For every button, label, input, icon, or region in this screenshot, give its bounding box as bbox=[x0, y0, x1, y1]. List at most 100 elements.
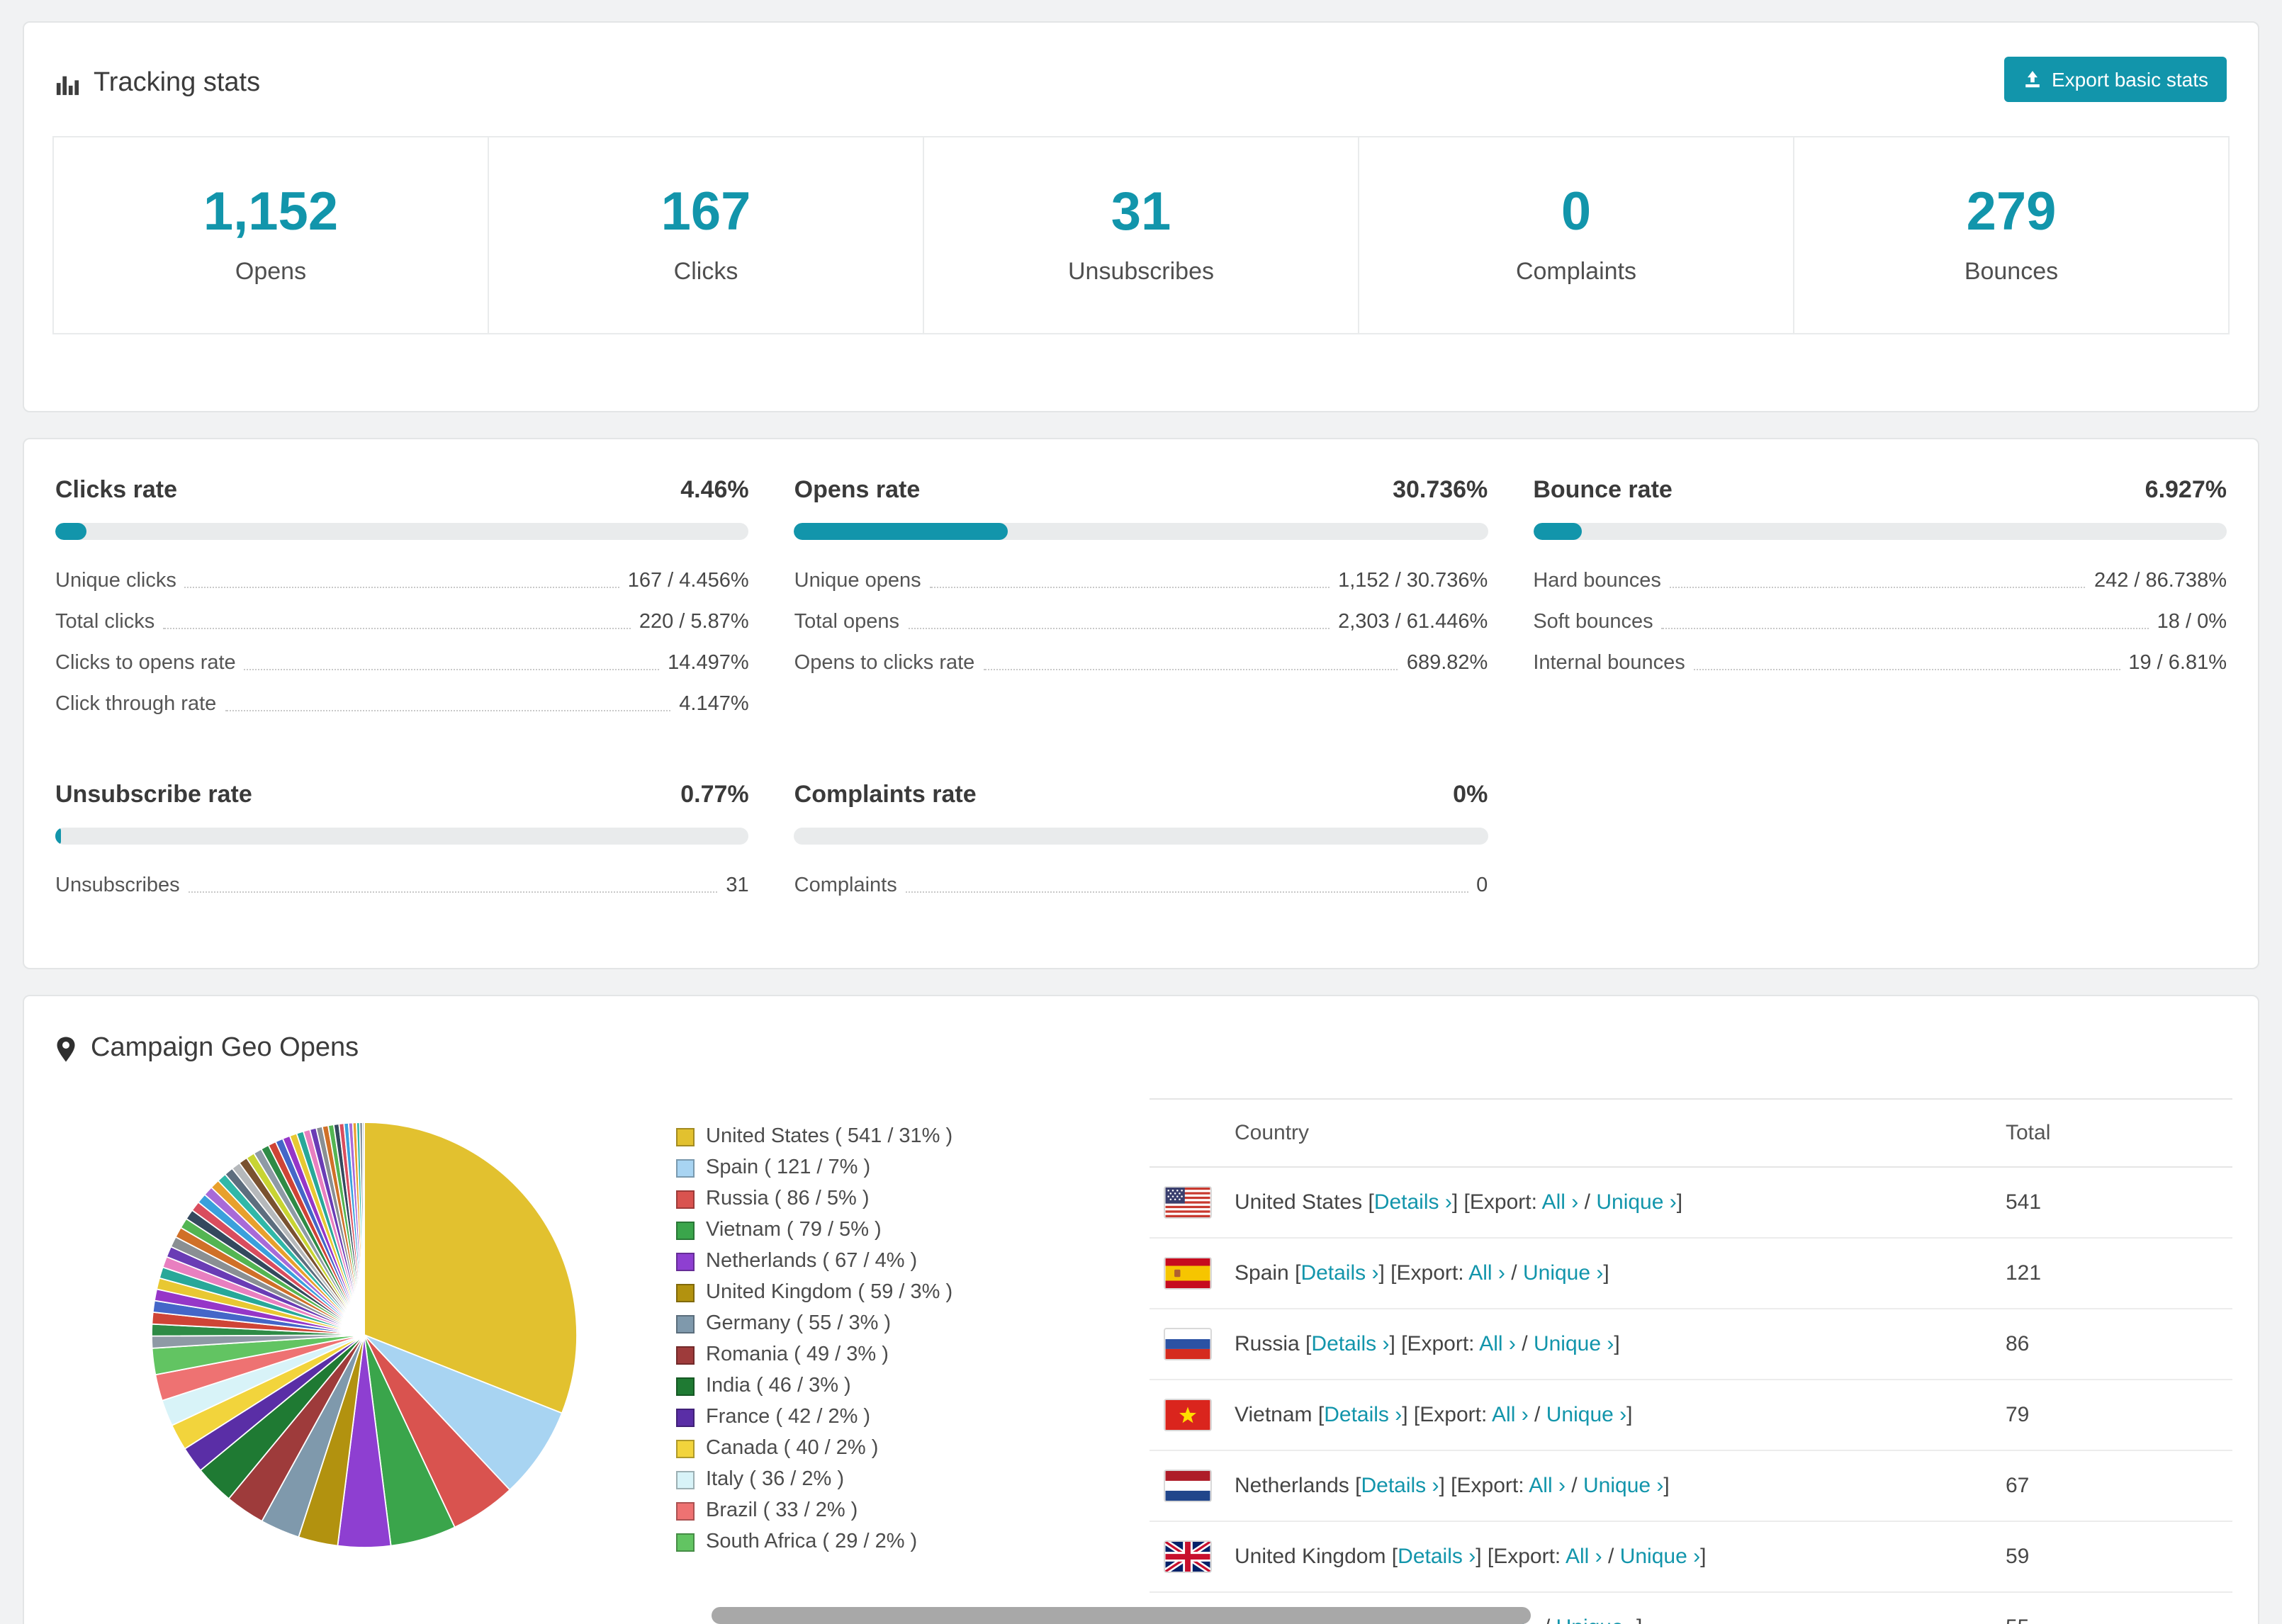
export-all-link[interactable]: All › bbox=[1566, 1545, 1602, 1569]
rate-stat-value: 18 / 0% bbox=[2157, 610, 2227, 633]
legend-swatch bbox=[676, 1501, 695, 1520]
export-all-link[interactable]: All › bbox=[1542, 1190, 1579, 1214]
rate-progress-fill bbox=[55, 828, 61, 845]
export-unique-link[interactable]: Unique › bbox=[1523, 1261, 1603, 1285]
geo-table: Country Total United States [Details ›] … bbox=[1150, 1098, 2232, 1624]
details-link[interactable]: Details › bbox=[1398, 1545, 1476, 1569]
flag-gb-icon bbox=[1164, 1540, 1212, 1573]
legend-swatch bbox=[676, 1408, 695, 1426]
rate-stat-row: Complaints 0 bbox=[794, 864, 1488, 906]
campaign-overview-page: Tracking stats Export basic stats 1,152 … bbox=[0, 0, 2282, 1624]
rate-name: Opens rate bbox=[794, 476, 921, 503]
rate-progress-fill bbox=[1533, 523, 1582, 540]
export-unique-link[interactable]: Unique › bbox=[1620, 1545, 1700, 1569]
country-total: 121 bbox=[2006, 1261, 2042, 1285]
export-all-link[interactable]: All › bbox=[1479, 1332, 1516, 1356]
bar-chart-icon bbox=[55, 72, 79, 96]
export-all-link[interactable]: All › bbox=[1468, 1261, 1505, 1285]
details-link[interactable]: Details › bbox=[1374, 1190, 1452, 1214]
export-prefix: Export: bbox=[1469, 1190, 1537, 1214]
rate-stat-row: Total clicks 220 / 5.87% bbox=[55, 601, 749, 642]
details-link[interactable]: Details › bbox=[1324, 1403, 1402, 1427]
export-unique-link[interactable]: Unique › bbox=[1583, 1474, 1663, 1498]
country-cell: United Kingdom [Details ›] [Export: All … bbox=[1235, 1545, 1707, 1569]
rate-stat-row: Internal bounces 19 / 6.81% bbox=[1533, 642, 2227, 683]
legend-swatch bbox=[676, 1190, 695, 1208]
legend-item: Romania ( 49 / 3% ) bbox=[676, 1339, 1101, 1370]
stat-value: 31 bbox=[1111, 183, 1171, 242]
geo-pie-chart bbox=[151, 1122, 578, 1548]
rate-progress-track bbox=[1533, 523, 2227, 540]
rate-stat-value: 2,303 / 61.446% bbox=[1338, 610, 1488, 633]
stats-row: 1,152 Opens 167 Clicks 31 Unsubscribes 0… bbox=[52, 136, 2230, 334]
legend-swatch bbox=[676, 1439, 695, 1457]
rate-rows: Unsubscribes 31 bbox=[55, 864, 749, 906]
rate-stat-label: Hard bounces bbox=[1533, 569, 1661, 592]
rate-block: Unsubscribe rate 0.77% Unsubscribes 31 bbox=[55, 781, 749, 906]
legend-swatch bbox=[676, 1158, 695, 1177]
rate-header: Clicks rate 4.46% bbox=[55, 476, 749, 504]
country-total: 79 bbox=[2006, 1403, 2030, 1427]
flag-ru-icon bbox=[1164, 1328, 1212, 1360]
legend-swatch bbox=[676, 1470, 695, 1489]
geo-opens-card: Campaign Geo Opens United States ( 541 /… bbox=[23, 995, 2259, 1624]
rate-stat-value: 1,152 / 30.736% bbox=[1338, 569, 1488, 592]
country-total: 55 bbox=[2006, 1615, 2218, 1624]
country-name: Russia bbox=[1235, 1332, 1300, 1356]
rate-stat-row: Unique clicks 167 / 4.456% bbox=[55, 560, 749, 601]
rate-rows: Unique opens 1,152 / 30.736% Total opens… bbox=[794, 560, 1488, 683]
legend-item: Netherlands ( 67 / 4% ) bbox=[676, 1246, 1101, 1277]
rates-grid: Clicks rate 4.46% Unique clicks 167 / 4.… bbox=[24, 439, 2258, 906]
stat-label: Clicks bbox=[673, 258, 738, 285]
rate-rows: Hard bounces 242 / 86.738% Soft bounces … bbox=[1533, 560, 2227, 683]
rate-name: Unsubscribe rate bbox=[55, 781, 252, 808]
legend-label: United States ( 541 / 31% ) bbox=[706, 1125, 953, 1148]
legend-item: Canada ( 40 / 2% ) bbox=[676, 1433, 1101, 1464]
dotted-leader bbox=[905, 891, 1468, 892]
geo-legend: United States ( 541 / 31% ) Spain ( 121 … bbox=[676, 1098, 1101, 1624]
geo-col-total: Total bbox=[2006, 1121, 2051, 1145]
export-unique-link[interactable]: Unique › bbox=[1546, 1403, 1626, 1427]
rate-stat-row: Unique opens 1,152 / 30.736% bbox=[794, 560, 1488, 601]
geo-table-row: Vietnam [Details ›] [Export: All › / Uni… bbox=[1150, 1380, 2232, 1451]
rates-card: Clicks rate 4.46% Unique clicks 167 / 4.… bbox=[23, 438, 2259, 969]
details-link[interactable]: Details › bbox=[1361, 1474, 1439, 1498]
export-unique-link[interactable]: Unique › bbox=[1534, 1332, 1614, 1356]
legend-item: South Africa ( 29 / 2% ) bbox=[676, 1526, 1101, 1557]
export-prefix: Export: bbox=[1456, 1474, 1524, 1498]
rate-value: 0% bbox=[1453, 781, 1488, 808]
geo-table-row: Netherlands [Details ›] [Export: All › /… bbox=[1150, 1451, 2232, 1522]
details-link[interactable]: Details › bbox=[1300, 1261, 1378, 1285]
legend-label: India ( 46 / 3% ) bbox=[706, 1375, 851, 1397]
dotted-leader bbox=[188, 891, 718, 892]
rate-stat-label: Unsubscribes bbox=[55, 874, 180, 896]
rate-stat-label: Opens to clicks rate bbox=[794, 651, 975, 674]
rate-header: Bounce rate 6.927% bbox=[1533, 476, 2227, 504]
export-prefix: Export: bbox=[1493, 1545, 1561, 1569]
legend-item: Vietnam ( 79 / 5% ) bbox=[676, 1214, 1101, 1246]
rate-stat-row: Unsubscribes 31 bbox=[55, 864, 749, 906]
rate-stat-value: 220 / 5.87% bbox=[639, 610, 749, 633]
rate-progress-fill bbox=[55, 523, 86, 540]
rate-name: Clicks rate bbox=[55, 476, 177, 503]
stat-label: Complaints bbox=[1515, 258, 1637, 285]
rate-stat-label: Complaints bbox=[794, 874, 897, 896]
flag-es-icon bbox=[1164, 1257, 1212, 1290]
export-all-link[interactable]: All › bbox=[1529, 1474, 1566, 1498]
country-cell: Spain [Details ›] [Export: All › / Uniqu… bbox=[1235, 1261, 1609, 1285]
export-prefix: Export: bbox=[1396, 1261, 1464, 1285]
rate-rows: Unique clicks 167 / 4.456% Total clicks … bbox=[55, 560, 749, 724]
export-unique-link[interactable]: Unique › bbox=[1556, 1615, 1636, 1624]
details-link[interactable]: Details › bbox=[1311, 1332, 1389, 1356]
export-unique-link[interactable]: Unique › bbox=[1596, 1190, 1676, 1214]
stat-label: Unsubscribes bbox=[1068, 258, 1214, 285]
horizontal-scrollbar-thumb[interactable] bbox=[712, 1607, 1531, 1624]
geo-table-header: Country Total bbox=[1150, 1098, 2232, 1168]
export-basic-stats-button[interactable]: Export basic stats bbox=[2003, 57, 2227, 102]
export-prefix: Export: bbox=[1407, 1332, 1475, 1356]
dotted-leader bbox=[929, 586, 1330, 587]
rate-stat-row: Soft bounces 18 / 0% bbox=[1533, 601, 2227, 642]
export-all-link[interactable]: All › bbox=[1492, 1403, 1529, 1427]
dotted-leader bbox=[983, 668, 1398, 670]
country-name: Spain bbox=[1235, 1261, 1289, 1285]
